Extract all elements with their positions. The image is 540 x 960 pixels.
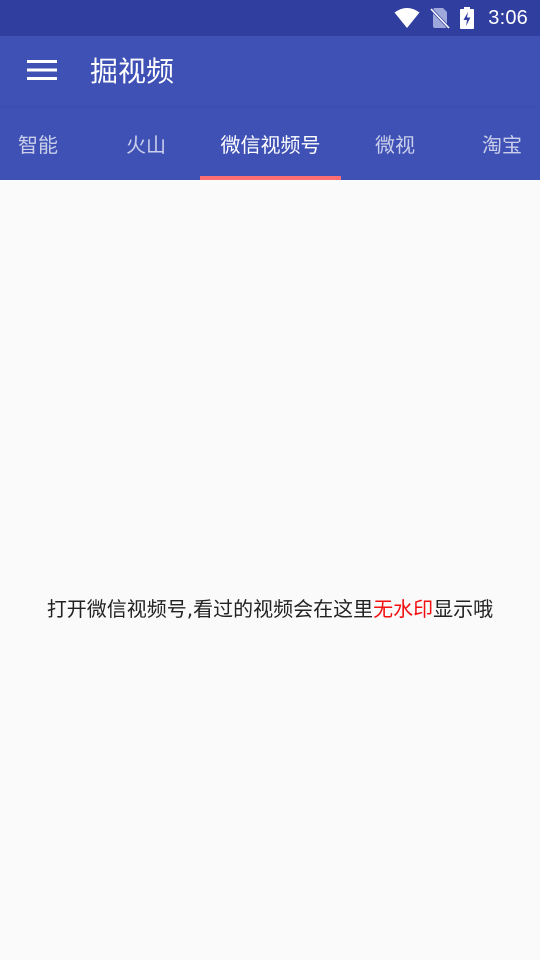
tab-huoshan[interactable]: 火山 (108, 108, 184, 180)
message-highlight: 无水印 (373, 597, 434, 621)
message-prefix: 打开微信视频号,看过的视频会在这里 (46, 597, 374, 621)
message-suffix: 显示哦 (433, 597, 494, 621)
no-sim-icon (430, 7, 451, 29)
status-bar: 3:06 (0, 0, 540, 36)
app-title: 掘视频 (90, 55, 175, 88)
content-area: 打开微信视频号,看过的视频会在这里无水印显示哦 (0, 180, 540, 960)
status-time: 3:06 (488, 6, 528, 29)
tab-taobao[interactable]: 淘宝 (464, 108, 540, 180)
empty-state-message: 打开微信视频号,看过的视频会在这里无水印显示哦 (0, 593, 540, 622)
app-bar: 掘视频 (0, 36, 540, 108)
menu-button[interactable] (22, 54, 62, 90)
battery-charging-icon (460, 7, 475, 29)
status-icons: 3:06 (394, 0, 528, 36)
hamburger-menu-icon (27, 59, 57, 85)
tab-weishi[interactable]: 微视 (357, 108, 433, 180)
tab-bar: 智能 火山 微信视频号 微视 淘宝 (0, 108, 540, 180)
tab-smart[interactable]: 智能 (0, 108, 76, 180)
wifi-icon (394, 7, 420, 29)
tab-wechat-channels[interactable]: 微信视频号 (200, 108, 341, 180)
